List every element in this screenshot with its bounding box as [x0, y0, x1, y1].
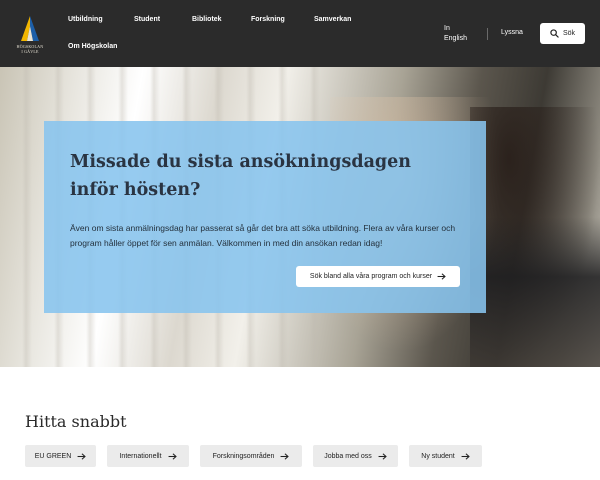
search-button-label: Sök	[562, 30, 576, 37]
hero-body: Även om sista anmälningsdag har passerat…	[70, 223, 456, 248]
language-link-line1: In	[444, 25, 450, 32]
arrow-right-icon	[77, 452, 87, 460]
nav-item-bibliotek[interactable]: Bibliotek	[192, 16, 222, 23]
header-divider	[487, 28, 488, 40]
quick-link-label: Internationellt	[119, 452, 162, 460]
hero-banner: Missade du sista ansökningsdagen inför h…	[0, 67, 600, 367]
language-link[interactable]: In English	[444, 24, 467, 44]
quick-link-label: EU GREEN	[34, 452, 72, 460]
search-button[interactable]: Sök	[540, 23, 585, 44]
hero-title: Missade du sista ansökningsdagen inför h…	[70, 152, 412, 200]
hero-photo-laptop	[470, 217, 600, 367]
nav-item-forskning[interactable]: Forskning	[251, 16, 285, 23]
hero-cta-button[interactable]: Sök bland alla våra program och kurser	[296, 266, 460, 287]
quick-link-eu-green[interactable]: EU GREEN	[25, 445, 96, 467]
search-icon	[550, 29, 559, 38]
language-link-line2: English	[444, 35, 467, 42]
arrow-right-icon	[461, 452, 470, 460]
arrow-right-icon	[437, 273, 446, 280]
site-header: HÖGSKOLAN I GÄVLE Utbildning Student Bib…	[0, 0, 600, 67]
arrow-right-icon	[281, 452, 290, 460]
hero-cta-label: Sök bland alla våra program och kurser	[309, 273, 433, 280]
university-logo[interactable]: HÖGSKOLAN I GÄVLE	[11, 14, 49, 54]
quick-link-ny-student[interactable]: Ny student	[409, 445, 482, 467]
listen-button[interactable]: Lyssna	[501, 29, 523, 36]
quick-link-forskningsomraden[interactable]: Forskningsområden	[200, 445, 302, 467]
nav-item-om-hogskolan[interactable]: Om Högskolan	[68, 43, 117, 50]
arrow-right-icon	[378, 452, 387, 460]
logo-wordmark: HÖGSKOLAN I GÄVLE	[16, 44, 44, 54]
quick-link-label: Forskningsområden	[212, 452, 275, 460]
arrow-right-icon	[168, 452, 177, 460]
logo-mark-icon	[21, 16, 39, 41]
quick-links-title: Hitta snabbt	[25, 412, 127, 431]
nav-item-utbildning[interactable]: Utbildning	[68, 16, 103, 23]
quick-link-label: Jobba med oss	[324, 452, 372, 460]
quick-link-jobba-med-oss[interactable]: Jobba med oss	[313, 445, 398, 467]
nav-item-student[interactable]: Student	[134, 16, 160, 23]
nav-item-samverkan[interactable]: Samverkan	[314, 16, 351, 23]
quick-link-label: Ny student	[421, 452, 455, 460]
quick-link-internationellt[interactable]: Internationellt	[107, 445, 189, 467]
